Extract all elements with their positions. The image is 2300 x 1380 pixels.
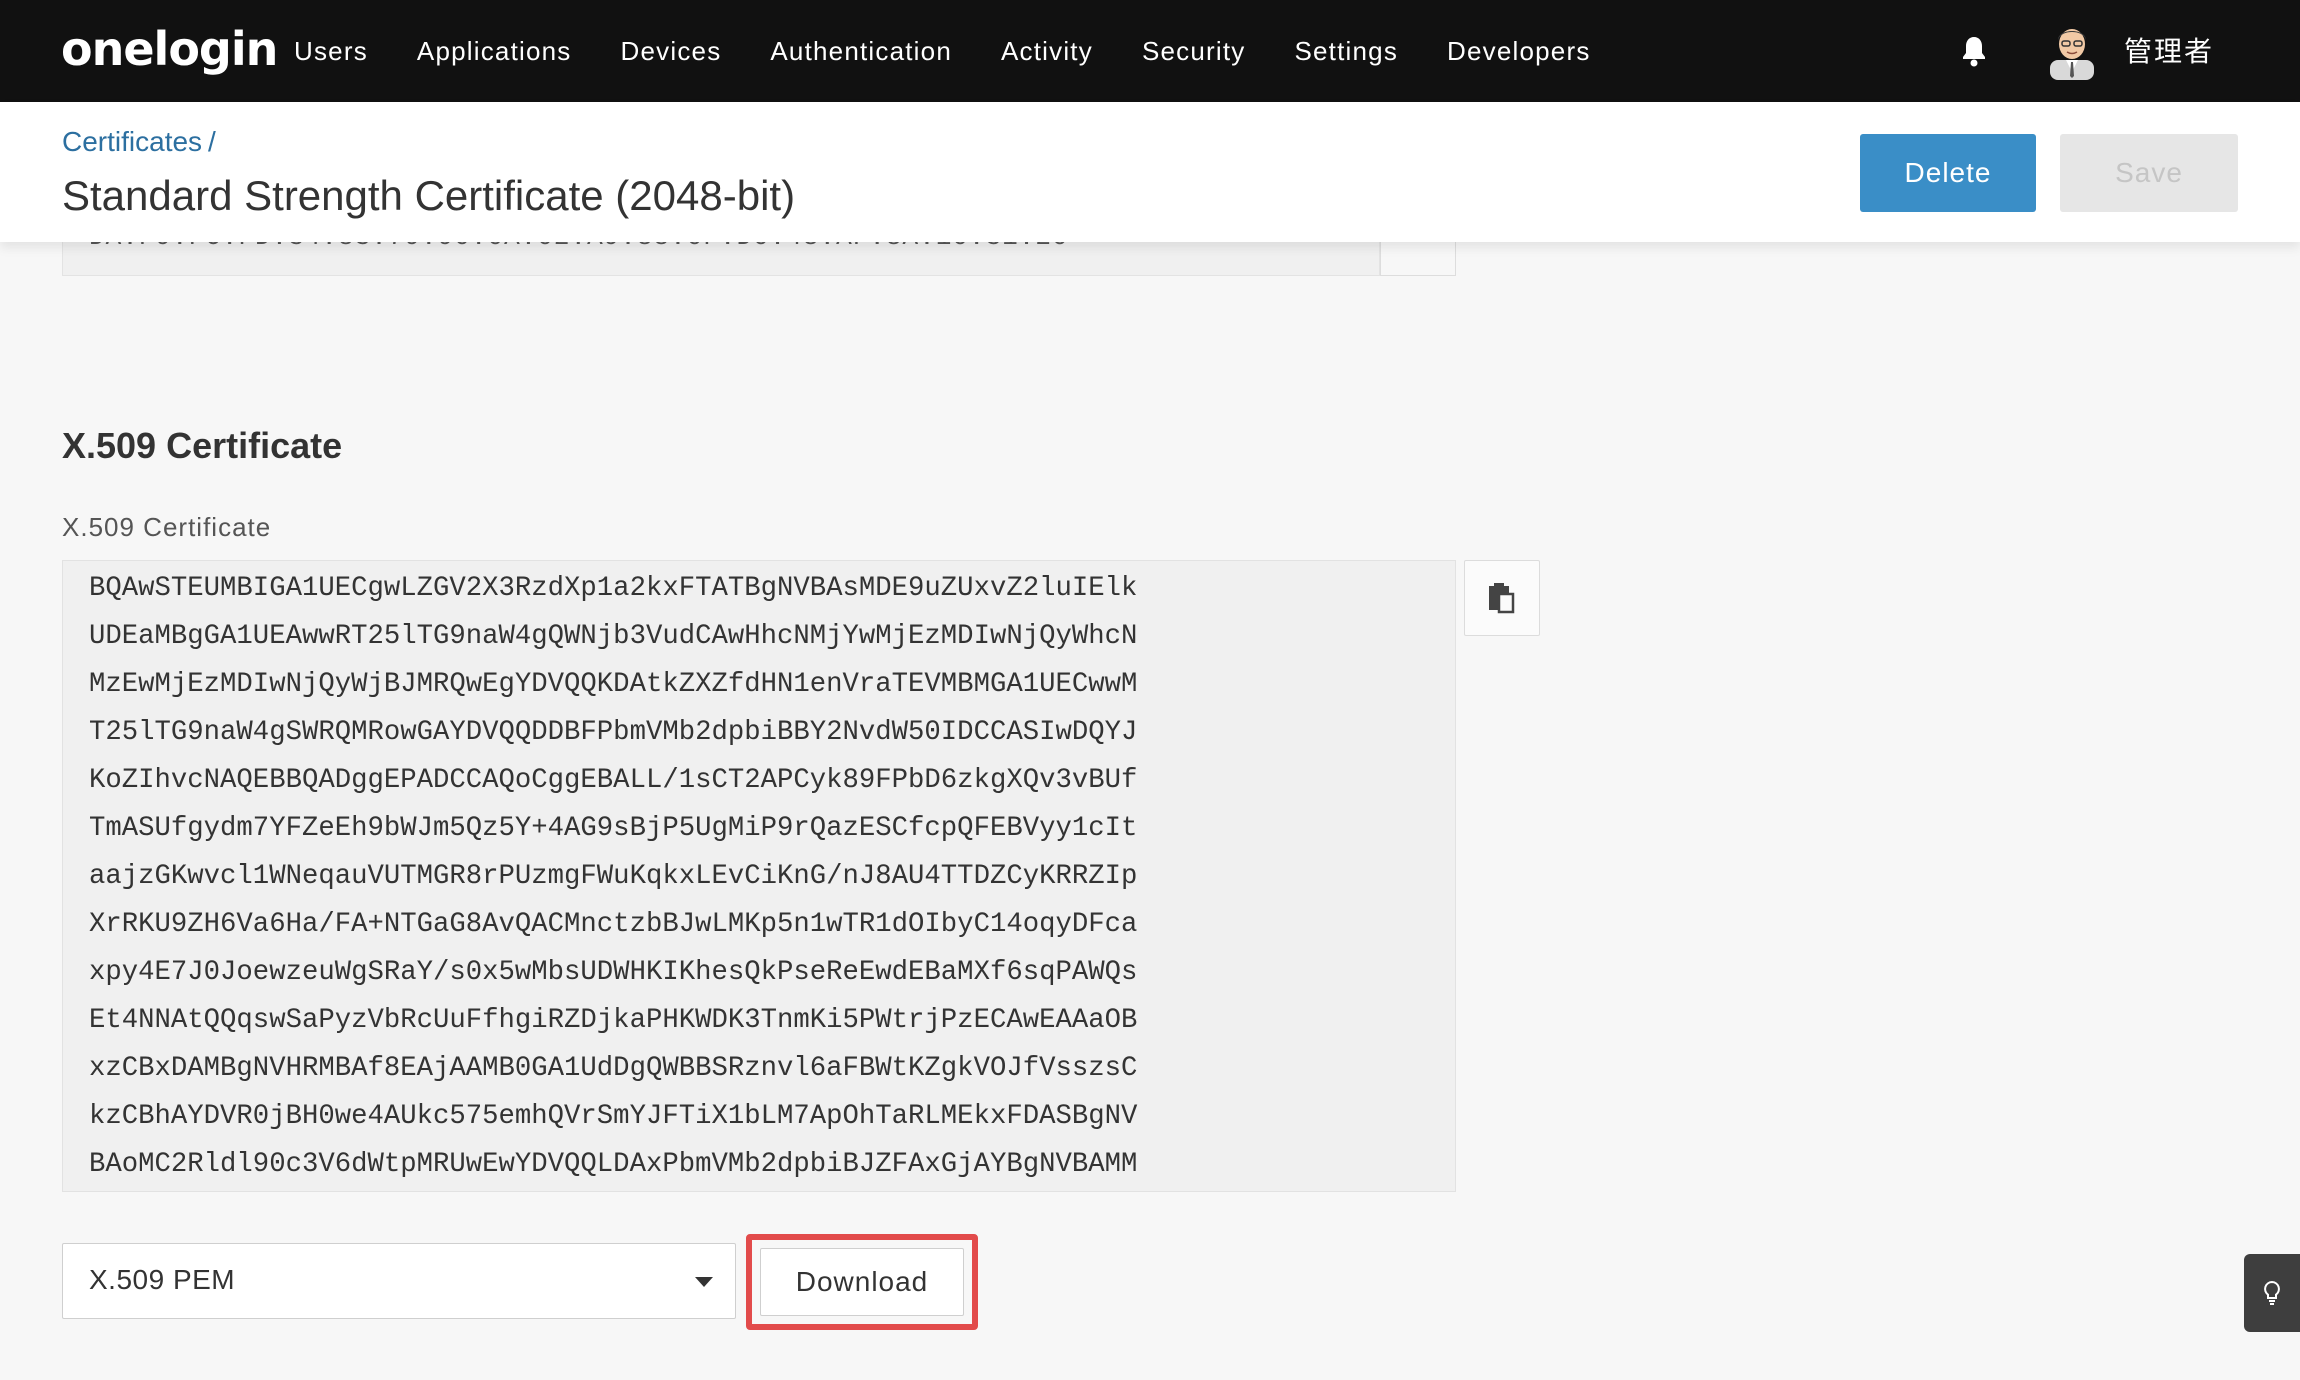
top-nav: onelogin Users Applications Devices Auth… [0, 0, 2300, 102]
certificate-line: UDEaMBgGA1UEAwwRT25lTG9naW4gQWNjb3VudCAw… [89, 621, 1138, 652]
lightbulb-icon [2264, 1280, 2280, 1305]
format-selected-value: X.509 PEM [89, 1264, 236, 1295]
certificate-line: TmASUfgydm7YFZeEh9bWJm5Qz5Y+4AG9sBjP5UgM… [89, 813, 1138, 844]
avatar[interactable] [2044, 20, 2100, 80]
breadcrumb-separator: / [208, 126, 216, 157]
breadcrumb: Certificates / [62, 126, 216, 158]
certificate-line: MzEwMjEzMDIwNjQyWjBJMRQwEgYDVQQKDAtkZXZf… [89, 669, 1138, 700]
clipboard-icon [1489, 583, 1515, 614]
help-tips-button[interactable] [2244, 1254, 2300, 1332]
nav-item-activity[interactable]: Activity [1001, 36, 1093, 67]
breadcrumb-link-certificates[interactable]: Certificates [62, 126, 202, 157]
page-header: Certificates / Standard Strength Certific… [0, 102, 2300, 242]
certificate-line: BQAwSTEUMBIGA1UECgwLZGV2X3RzdXp1a2kxFTAT… [89, 573, 1138, 604]
copy-certificate-button[interactable] [1464, 560, 1540, 636]
nav-item-applications[interactable]: Applications [417, 36, 572, 67]
onelogin-logo[interactable]: onelogin [61, 22, 278, 76]
certificate-line: BAoMC2Rldl90c3V6dWtpMRUwEwYDVQQLDAxPbmVM… [89, 1149, 1138, 1180]
nav-item-authentication[interactable]: Authentication [770, 36, 952, 67]
certificate-line: xpy4E7J0JoewzeuWgSRaY/s0x5wMbsUDWHKIKhes… [89, 957, 1138, 988]
certificate-line: KoZIhvcNAQEBBQADggEPADCCAQoCggEBALL/1sCT… [89, 765, 1138, 796]
nav-item-devices[interactable]: Devices [621, 36, 722, 67]
nav-item-developers[interactable]: Developers [1447, 36, 1591, 67]
nav-menu: Users Applications Devices Authenticatio… [294, 0, 1640, 102]
save-button[interactable]: Save [2060, 134, 2238, 212]
nav-item-security[interactable]: Security [1142, 36, 1246, 67]
certificate-line: aajzGKwvcl1WNeqauVUTMGR8rPUzmgFWuKqkxLEv… [89, 861, 1138, 892]
certificate-field-label: X.509 Certificate [62, 512, 272, 542]
certificate-format-select[interactable]: X.509 PEM [62, 1243, 736, 1319]
download-button[interactable]: Download [760, 1248, 964, 1316]
username[interactable]: 管理者 [2124, 30, 2214, 70]
section-title: X.509 Certificate [62, 425, 343, 466]
chevron-down-icon [695, 1277, 713, 1287]
certificate-line: xzCBxDAMBgNVHRMBAf8EAjAAMB0GA1UdDgQWBBSR… [89, 1053, 1138, 1084]
bell-icon[interactable] [1958, 34, 1990, 68]
nav-item-users[interactable]: Users [294, 36, 368, 67]
page-title: Standard Strength Certificate (2048-bit) [62, 172, 796, 219]
certificate-textarea[interactable]: BQAwSTEUMBIGA1UECgwLZGV2X3RzdXp1a2kxFTAT… [62, 560, 1456, 1192]
certificate-line: kzCBhAYDVR0jBH0we4AUkc575emhQVrSmYJFTiX1… [89, 1101, 1138, 1132]
nav-item-settings[interactable]: Settings [1294, 36, 1398, 67]
certificate-line: Et4NNAtQQqswSaPyzVbRcUuFfhgiRZDjkaPHKWDK… [89, 1005, 1138, 1036]
delete-button[interactable]: Delete [1860, 134, 2036, 212]
certificate-line: T25lTG9naW4gSWRQMRowGAYDVQQDDBFPbmVMb2dp… [89, 717, 1138, 748]
certificate-line: XrRKU9ZH6Va6Ha/FA+NTGaG8AvQACMnctzbBJwLM… [89, 909, 1138, 940]
